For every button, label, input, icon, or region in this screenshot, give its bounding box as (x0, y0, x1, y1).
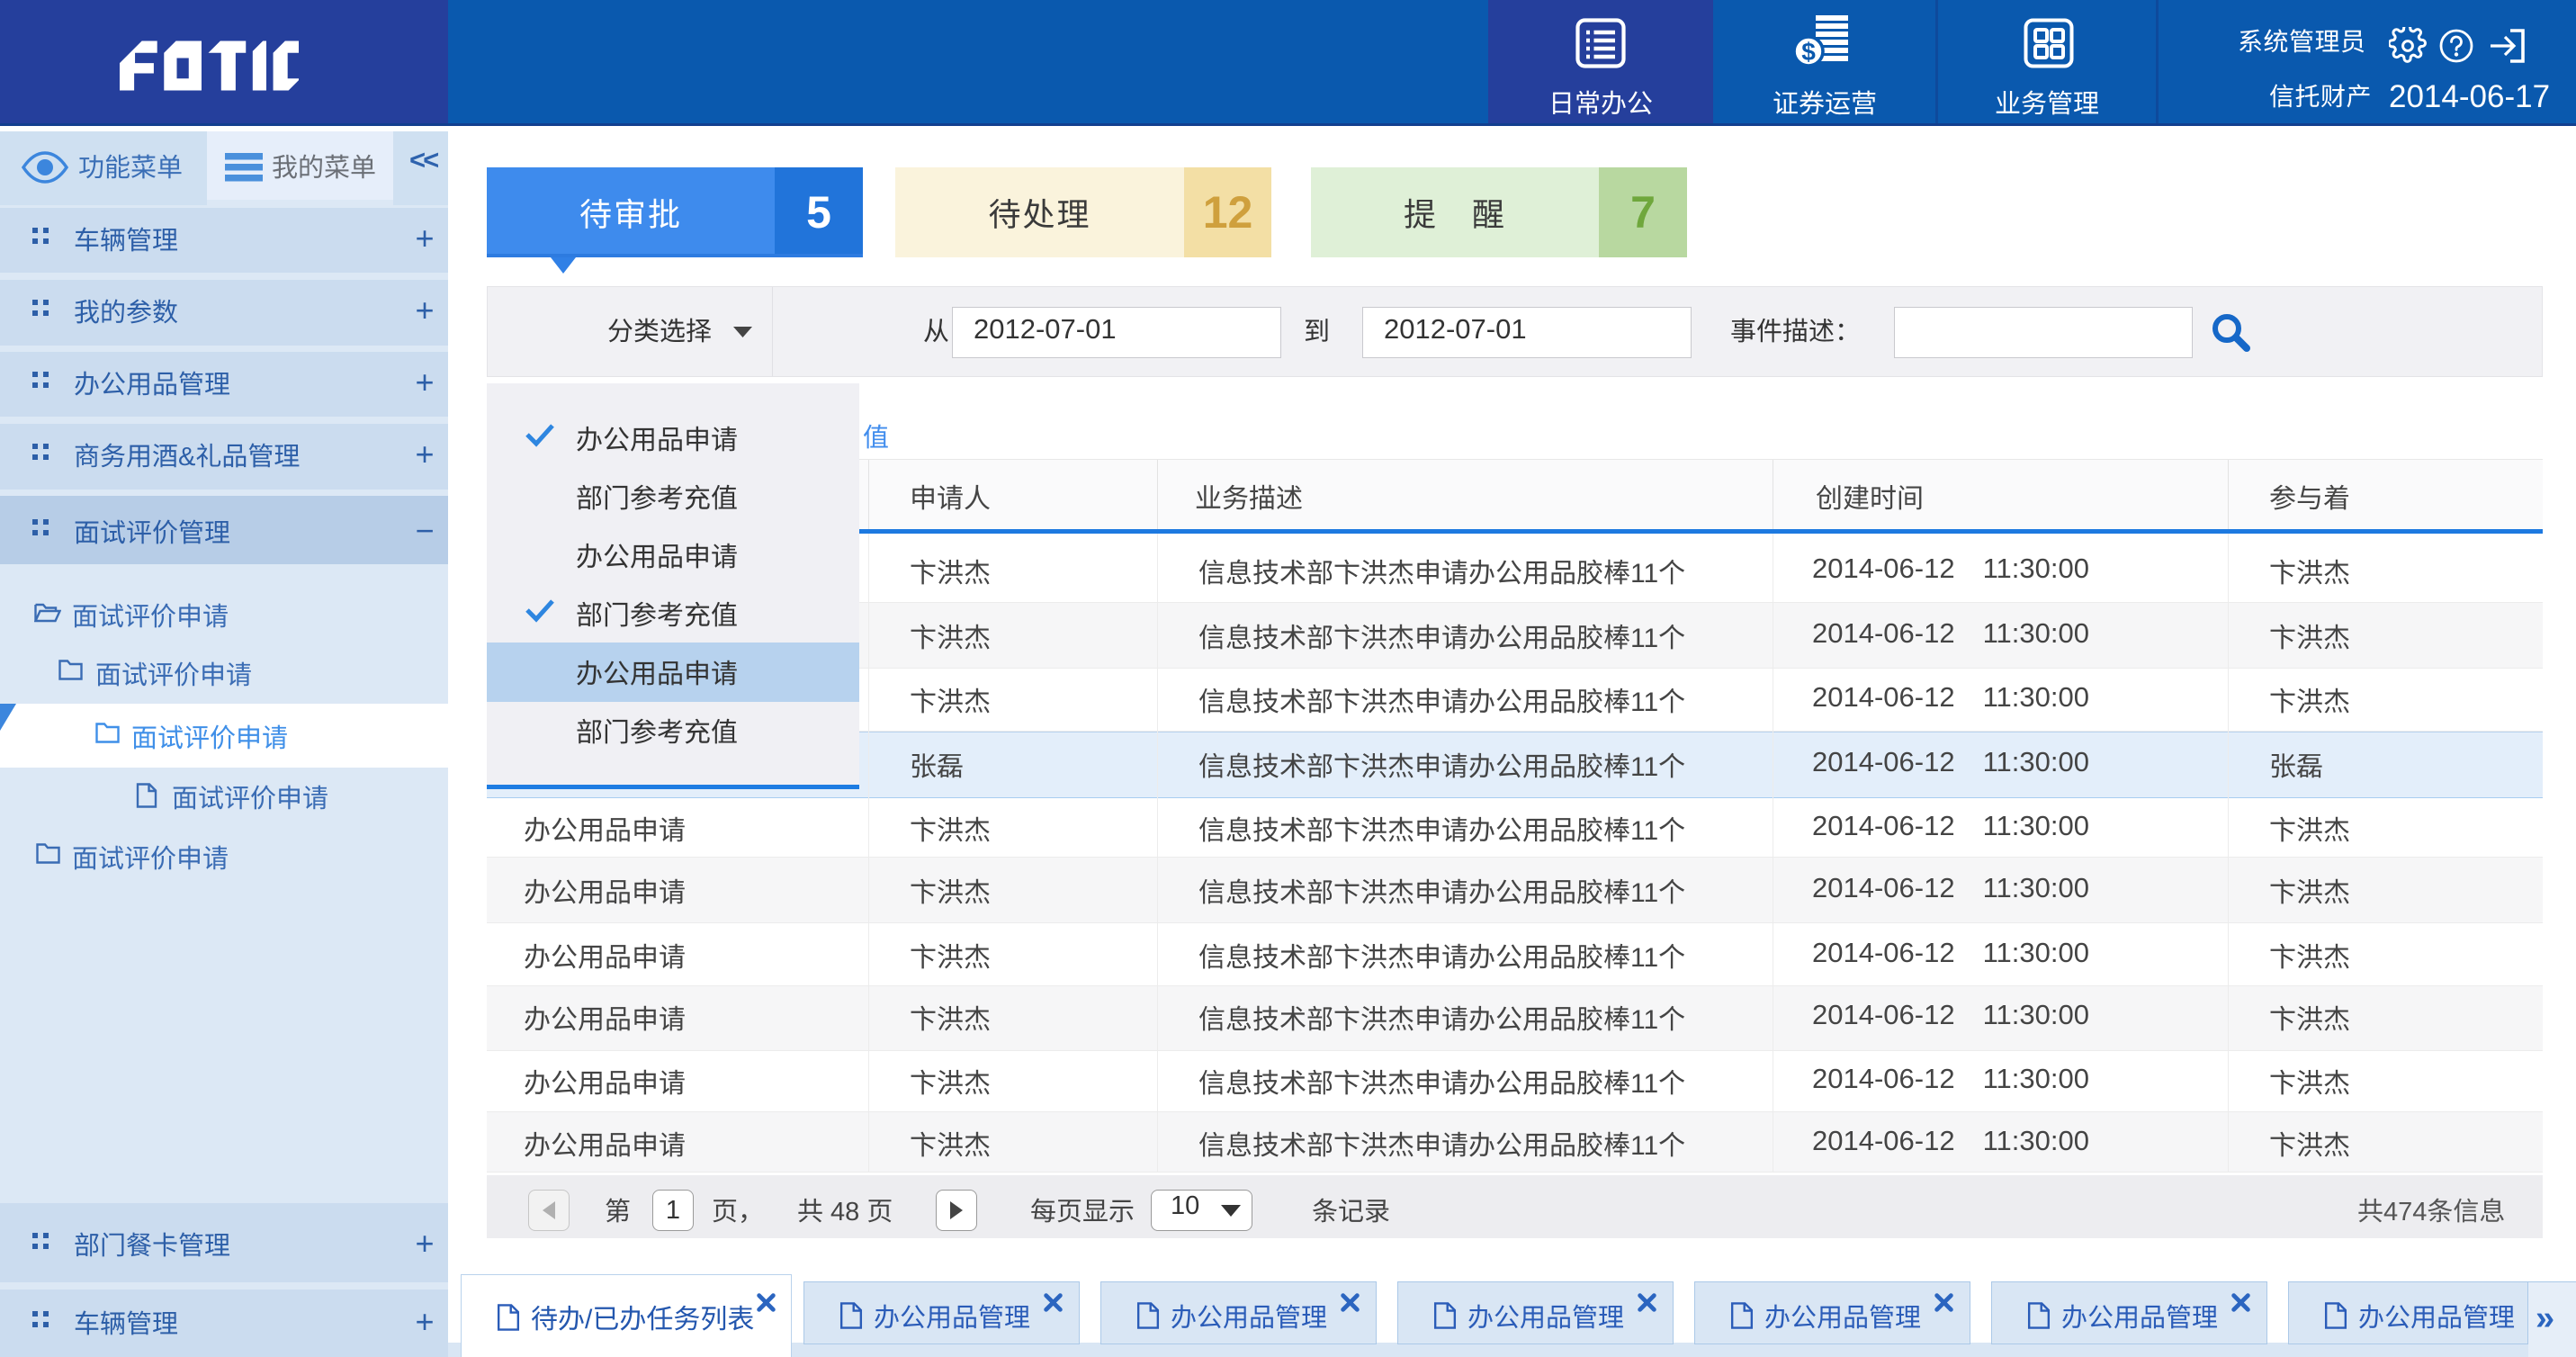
svg-text:$: $ (1801, 38, 1816, 66)
